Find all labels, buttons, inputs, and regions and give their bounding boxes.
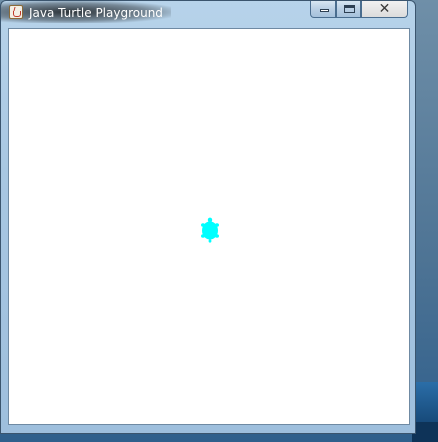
- close-icon: ✕: [378, 1, 391, 17]
- minimize-button[interactable]: [310, 1, 336, 18]
- drawing-canvas[interactable]: [8, 28, 410, 425]
- minimize-icon: [320, 9, 329, 12]
- turtle-icon: [201, 217, 219, 243]
- app-window: Java Turtle Playground ✕: [0, 0, 416, 434]
- java-cup-icon[interactable]: [9, 5, 23, 19]
- maximize-button[interactable]: [336, 1, 361, 18]
- maximize-icon: [344, 5, 355, 13]
- close-button[interactable]: ✕: [361, 1, 408, 18]
- desktop-background: Java Turtle Playground ✕: [0, 0, 438, 442]
- title-bar[interactable]: Java Turtle Playground ✕: [1, 1, 415, 25]
- window-title: Java Turtle Playground: [29, 6, 163, 20]
